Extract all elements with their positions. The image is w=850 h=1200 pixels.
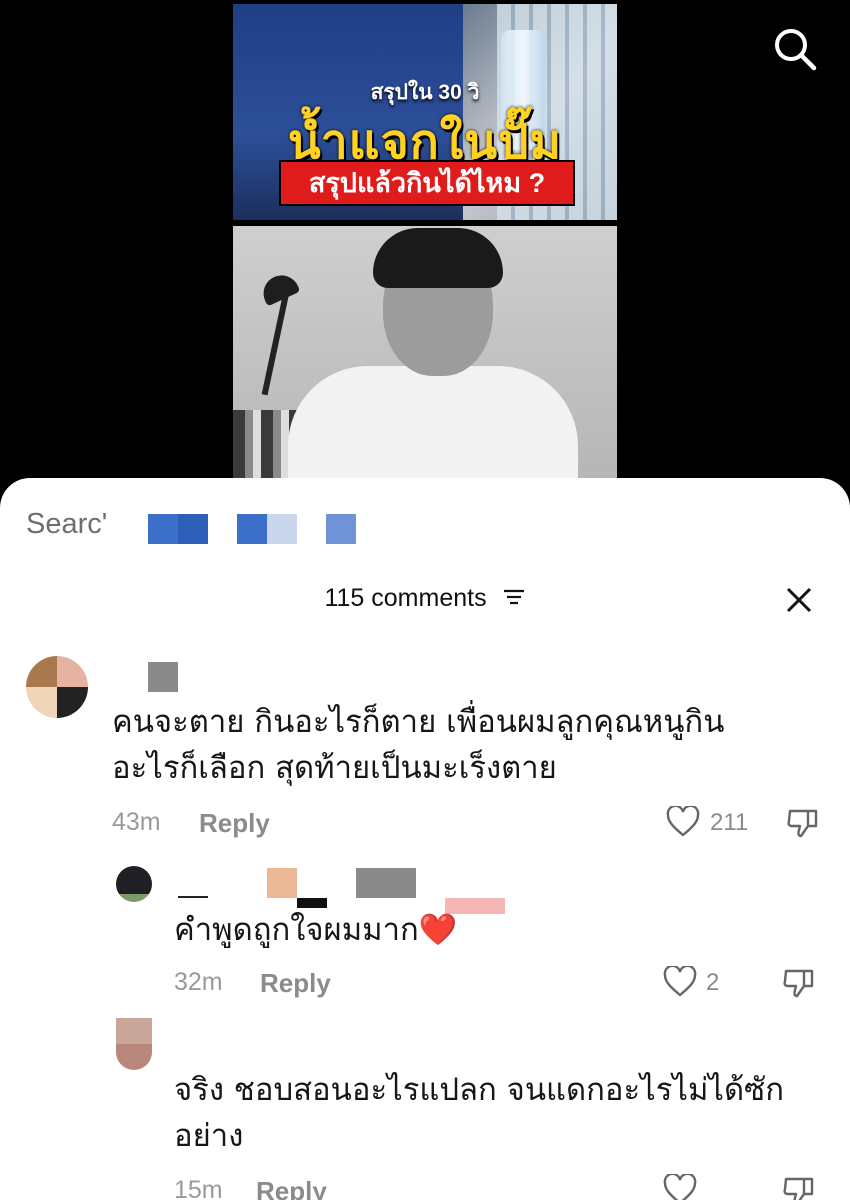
- thumbs-down-icon: [783, 969, 814, 998]
- dislike-button[interactable]: [782, 1174, 816, 1200]
- avatar[interactable]: [26, 656, 88, 718]
- video-player[interactable]: สรุปใน 30 วิ น้ำแจกในปั๊ม สรุปแล้วกินได้…: [0, 0, 850, 520]
- censor-block: [267, 514, 297, 544]
- censor-block: [237, 514, 267, 544]
- comments-panel: Searc' 115 comments คนจะตาย กินอะไรก็ตาย…: [0, 478, 850, 1200]
- close-button[interactable]: [782, 583, 816, 617]
- search-suggestion[interactable]: Searc': [26, 508, 107, 541]
- comment-time: 43m: [112, 808, 161, 836]
- search-button[interactable]: [770, 24, 820, 74]
- comments-count: 115 comments: [324, 584, 487, 612]
- comment-time: 15m: [174, 1176, 223, 1200]
- comment-text: คำพูดถูกใจผมมาก❤️: [174, 912, 458, 948]
- like-count: 2: [706, 969, 720, 996]
- video-thumbnail-top: สรุปใน 30 วิ น้ำแจกในปั๊ม สรุปแล้วกินได้…: [233, 4, 617, 220]
- desk-lamp-head: [257, 269, 301, 307]
- comment-text: อย่าง: [174, 1118, 244, 1154]
- dislike-button[interactable]: [782, 966, 816, 1005]
- avatar[interactable]: [116, 866, 152, 902]
- comment-text: จริง ชอบสอนอะไรแปลก จนแดกอะไรไม่ได้ซัก: [174, 1072, 784, 1108]
- censor-block: [326, 514, 356, 544]
- heart-outline-icon: [663, 964, 697, 997]
- thumbs-down-icon: [783, 1177, 814, 1200]
- presenter-body: [288, 366, 578, 480]
- username-censor: [267, 868, 297, 898]
- video-caption-banner: สรุปแล้วกินได้ไหม ?: [281, 162, 573, 204]
- username-censor: [297, 898, 327, 908]
- like-button[interactable]: [666, 804, 700, 843]
- thumbs-down-icon: [787, 809, 818, 838]
- search-icon: [775, 29, 817, 71]
- avatar[interactable]: [116, 1018, 152, 1070]
- reply-button[interactable]: Reply: [256, 1176, 327, 1200]
- like-button[interactable]: [663, 1172, 697, 1200]
- reply-button[interactable]: Reply: [199, 808, 270, 839]
- censor-block: [178, 514, 208, 544]
- filter-icon[interactable]: [502, 585, 526, 614]
- heart-outline-icon: [666, 804, 700, 837]
- dislike-button[interactable]: [786, 806, 820, 845]
- heart-outline-icon: [663, 1172, 697, 1200]
- like-count: 211: [710, 809, 749, 836]
- close-icon: [786, 587, 812, 613]
- comment-text: คนจะตาย กินอะไรก็ตาย เพื่อนผมลูกคุณหนูกิ…: [112, 704, 725, 740]
- presenter-hair: [373, 228, 503, 288]
- username-censor: [356, 868, 416, 898]
- comments-header[interactable]: 115 comments: [0, 584, 850, 614]
- comment-text: อะไรก็เลือก สุดท้ายเป็นมะเร็งตาย: [112, 750, 557, 786]
- video-thumbnail-bottom: [233, 226, 617, 480]
- comment-time: 32m: [174, 968, 223, 996]
- like-button[interactable]: [663, 964, 697, 1003]
- username-censor: [178, 896, 208, 898]
- reply-button[interactable]: Reply: [260, 968, 331, 999]
- username-censor: [148, 662, 178, 692]
